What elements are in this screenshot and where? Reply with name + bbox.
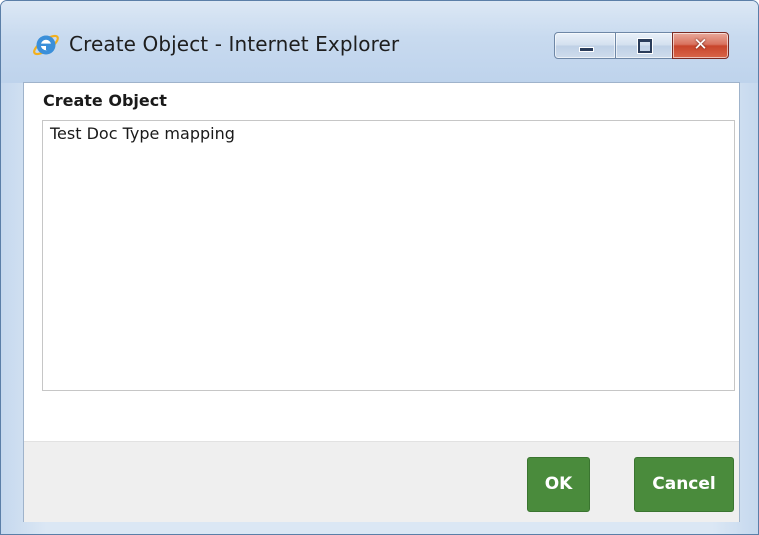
close-button[interactable]: ✕ bbox=[672, 32, 729, 59]
dialog-footer: OK Cancel bbox=[24, 441, 739, 522]
cancel-button[interactable]: Cancel bbox=[634, 457, 734, 512]
close-icon: ✕ bbox=[693, 35, 708, 55]
minimize-button[interactable] bbox=[554, 32, 616, 59]
dialog-content: Create Object Test Doc Type mapping OK C… bbox=[23, 82, 740, 522]
internet-explorer-icon bbox=[33, 34, 59, 56]
title-bar[interactable]: Create Object - Internet Explorer ✕ bbox=[1, 1, 758, 83]
browser-window: Create Object - Internet Explorer ✕ Crea… bbox=[0, 0, 759, 535]
maximize-button[interactable] bbox=[615, 32, 673, 59]
object-name-textarea[interactable]: Test Doc Type mapping bbox=[42, 120, 735, 391]
ok-button[interactable]: OK bbox=[527, 457, 590, 512]
window-title: Create Object - Internet Explorer bbox=[69, 32, 400, 56]
minimize-icon bbox=[579, 47, 594, 52]
maximize-icon bbox=[637, 38, 653, 54]
create-object-label: Create Object bbox=[43, 91, 167, 110]
